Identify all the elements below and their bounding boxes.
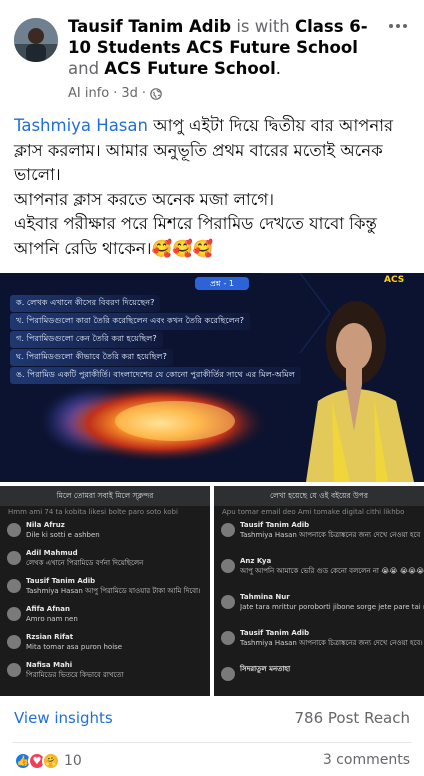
chat-message: সিদরাতুল মনতাহা (214, 664, 424, 690)
question-badge: প্রশ্ন - 1 (195, 277, 249, 290)
tagged-group-2[interactable]: ACS Future School (104, 59, 275, 78)
chat-text: Jate tara mrittur poroborti jibone sorge… (240, 603, 424, 611)
chat-text: Amro nam nen (26, 615, 78, 623)
chat-avatar (7, 635, 21, 649)
post-line-3: এইবার পরীক্ষার পরে মিশরে পিরামিড দেখতে য… (14, 214, 377, 258)
chat-avatar (221, 595, 235, 609)
chat-message: Nafisa Mahi পিরামিডের ভিতরে কিভাবে রাখতো (0, 660, 210, 686)
chat-text: লেখক এখানে পিরামিডে বর্ণনা দিয়েছিলেন (26, 559, 144, 567)
chat-name: Anz Kya (240, 557, 272, 565)
chat-name: Tausif Tanim Adib (240, 521, 310, 529)
chat-message: Tausif Tanim Adib Tashmiya Hasan আপু পিরা… (0, 576, 210, 602)
chat-avatar (7, 607, 21, 621)
post-header: Tausif Tanim Adib is with Class 6-10 Stu… (68, 16, 386, 79)
chat-message: Afifa Afnan Amro nam nen (0, 604, 210, 630)
chat-name: Nafisa Mahi (26, 661, 73, 669)
avatar-image (14, 18, 58, 62)
header-period: . (275, 59, 282, 78)
chat-text: পিরামিডের ভিতরে কিভাবে রাখতো (26, 671, 124, 679)
chat-name: Rzsian Rifat (26, 633, 74, 641)
chat-name: সিদরাতুল মনতাহা (240, 665, 291, 673)
chat-avatar (7, 579, 21, 593)
chat-text: Tashmiya Hasan আপনাকে চিত্রাঙ্কনের জন্য … (240, 531, 421, 539)
question-1: ক. লেখক এখানে কীসের বিবরণ দিয়েছেন? (10, 295, 161, 312)
chat-name: Tausif Tanim Adib (240, 629, 310, 637)
presenter-figure (306, 301, 414, 482)
post-line-2: আপনার ক্লাস করতে অনেক মজা লাগে। (14, 189, 275, 209)
chat-panel-right[interactable]: লেখা হয়েছে যে ওই বইয়ের উপর Apu tomar e… (214, 486, 424, 696)
reaction-count: 10 (64, 753, 82, 769)
chat-text: আপু আপনি আমাকে ভেরি গুড কেনো বললেন না 😭😭… (240, 567, 424, 575)
meta-separator: · (113, 86, 118, 101)
chat-right-first: Apu tomar email deo Ami tomake digital c… (222, 508, 405, 516)
chat-left-banner: মিলে তোমরা সবাই মিলে স্ক্লন্দর (0, 486, 210, 506)
chat-avatar (221, 631, 235, 645)
chat-message: Nila Afruz Dile ki sotti e ashben (0, 520, 210, 546)
is-with-text: is with (236, 17, 290, 36)
chat-name: Afifa Afnan (26, 605, 70, 613)
chat-panel-left[interactable]: মিলে তোমরা সবাই মিলে স্ক্লন্দর Hmm ami 7… (0, 486, 210, 696)
facebook-post: Tausif Tanim Adib is with Class 6-10 Stu… (0, 0, 424, 776)
chat-message: Tausif Tanim Adib Tashmiya Hasan আপনাকে চ… (214, 628, 424, 662)
chat-left-first: Hmm ami 74 ta kobita likesi bolte paro s… (8, 508, 178, 516)
chat-name: Tahmina Nur (240, 593, 290, 601)
class-screenshot-image[interactable]: প্রশ্ন - 1 ACS ক. লেখক এখানে কীসের বিবরণ… (0, 273, 424, 482)
chat-right-banner: লেখা হয়েছে যে ওই বইয়ের উপর (214, 486, 424, 506)
chat-message: Tausif Tanim Adib Tashmiya Hasan আপনাকে চ… (214, 520, 424, 554)
mention-link[interactable]: Tashmiya Hasan (14, 116, 148, 135)
chat-avatar (7, 523, 21, 537)
chat-text: Tashmiya Hasan আপনাকে চিত্রাঙ্কনের জন্য … (240, 639, 423, 647)
question-2: খ. পিরামিডগুলো কারা তৈরি করেছিলেন এবং কখ… (10, 313, 250, 330)
reactions-summary[interactable]: 👍 ♥ 🤗 10 (14, 752, 82, 770)
ai-info-label[interactable]: AI info (68, 86, 109, 101)
view-insights-link[interactable]: View insights (14, 709, 113, 727)
chat-message: Adil Mahmud লেখক এখানে পিরামিডে বর্ণনা দি… (0, 548, 210, 574)
chat-avatar (221, 559, 235, 573)
question-5: ঙ. পিরামিড একটি পুরাকীর্তি। বাংলাদেশের য… (10, 367, 301, 384)
chat-avatar (221, 667, 235, 681)
chat-text: Mita tomar asa puron hoise (26, 643, 123, 651)
chat-text: Tashmiya Hasan আপু পিরামিডে যাওয়ার টাকা… (26, 587, 201, 595)
post-body: Tashmiya Hasan আপু এইটা দিয়ে দ্বিতীয় ব… (14, 114, 414, 262)
post-time[interactable]: 3d (121, 86, 138, 101)
and-text: and (68, 59, 100, 78)
care-reaction-icon: 🤗 (42, 752, 60, 770)
post-reach: 786 Post Reach (294, 709, 410, 727)
meta-separator-2: · (141, 86, 147, 101)
author-avatar[interactable] (14, 18, 58, 62)
chat-avatar (7, 663, 21, 677)
chat-name: Adil Mahmud (26, 549, 78, 557)
question-4: ঘ. পিরামিডগুলো কীভাবে তৈরি করা হয়েছিল? (10, 349, 173, 366)
chat-message: Tahmina Nur Jate tara mrittur poroborti j… (214, 592, 424, 626)
chat-message: Rzsian Rifat Mita tomar asa puron hoise (0, 632, 210, 658)
chat-avatar (7, 551, 21, 565)
question-3: গ. পিরামিডগুলো কেন তৈরি করা হয়েছিল? (10, 331, 163, 348)
footer-divider (12, 742, 412, 743)
chat-avatar (221, 523, 235, 537)
chat-name: Tausif Tanim Adib (26, 577, 96, 585)
chat-message: Anz Kya আপু আপনি আমাকে ভেরি গুড কেনো বললে… (214, 556, 424, 590)
globe-icon (150, 87, 162, 100)
more-options-icon[interactable] (384, 16, 412, 36)
chat-name: Nila Afruz (26, 521, 65, 529)
comments-count[interactable]: 3 comments (323, 752, 410, 768)
chat-text: Dile ki sotti e ashben (26, 531, 100, 539)
post-meta: AI info · 3d · (68, 86, 162, 101)
author-name[interactable]: Tausif Tanim Adib (68, 17, 231, 36)
